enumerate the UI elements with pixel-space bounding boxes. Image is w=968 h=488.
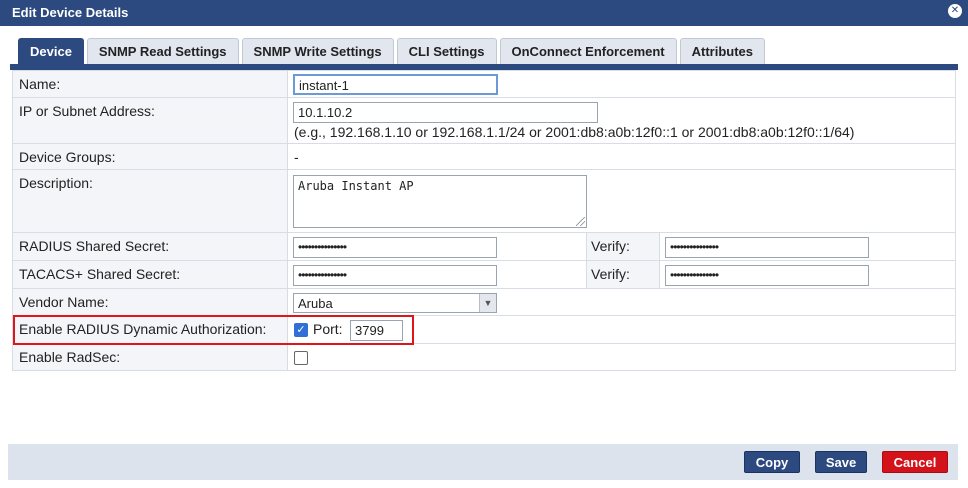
chevron-down-icon[interactable]: ▼ xyxy=(479,294,496,312)
vendor-select[interactable]: Aruba ▼ xyxy=(293,293,497,313)
dialog-title: Edit Device Details xyxy=(12,5,129,20)
tab-onconnect[interactable]: OnConnect Enforcement xyxy=(499,38,677,64)
dialog-footer: Copy Save Cancel xyxy=(8,444,958,480)
row-radius-secret: RADIUS Shared Secret: ••••••••••••••• Ve… xyxy=(12,232,956,261)
radius-dynamic-checkbox[interactable]: ✓ xyxy=(294,323,308,337)
close-icon[interactable]: ✕ xyxy=(948,4,962,18)
tab-attributes[interactable]: Attributes xyxy=(679,38,766,64)
name-input[interactable]: instant-1 xyxy=(293,74,498,95)
row-name: Name: instant-1 xyxy=(12,70,956,98)
tab-device[interactable]: Device xyxy=(18,38,84,64)
radsec-checkbox[interactable] xyxy=(294,351,308,365)
dialog-titlebar: Edit Device Details ✕ xyxy=(0,0,968,26)
description-label: Description: xyxy=(13,170,288,232)
tab-snmp-read[interactable]: SNMP Read Settings xyxy=(86,38,239,64)
description-textarea[interactable]: Aruba Instant AP xyxy=(293,175,587,228)
vendor-label: Vendor Name: xyxy=(13,289,288,315)
copy-button[interactable]: Copy xyxy=(744,451,800,473)
radius-secret-input[interactable]: ••••••••••••••• xyxy=(293,237,497,258)
description-text: Aruba Instant AP xyxy=(298,179,414,193)
groups-label: Device Groups: xyxy=(13,144,288,169)
tab-bar: Device SNMP Read Settings SNMP Write Set… xyxy=(18,38,768,64)
cancel-button[interactable]: Cancel xyxy=(882,451,948,473)
radius-secret-label: RADIUS Shared Secret: xyxy=(13,233,288,260)
groups-value: - xyxy=(294,149,299,165)
row-vendor: Vendor Name: Aruba ▼ xyxy=(12,288,956,316)
port-input[interactable]: 3799 xyxy=(350,320,403,341)
tacacs-secret-label: TACACS+ Shared Secret: xyxy=(13,261,288,288)
row-tacacs-secret: TACACS+ Shared Secret: ••••••••••••••• V… xyxy=(12,260,956,289)
radsec-label: Enable RadSec: xyxy=(13,344,288,370)
name-label: Name: xyxy=(13,71,288,97)
tacacs-secret-input[interactable]: ••••••••••••••• xyxy=(293,265,497,286)
ip-label: IP or Subnet Address: xyxy=(13,98,288,143)
radius-dynamic-label: Enable RADIUS Dynamic Authorization: xyxy=(13,316,288,343)
row-description: Description: Aruba Instant AP xyxy=(12,169,956,233)
tab-cli-settings[interactable]: CLI Settings xyxy=(396,38,497,64)
ip-input[interactable]: 10.1.10.2 xyxy=(293,102,598,123)
row-ip: IP or Subnet Address: 10.1.10.2 (e.g., 1… xyxy=(12,97,956,144)
save-button[interactable]: Save xyxy=(815,451,867,473)
port-label: Port: xyxy=(313,321,343,337)
tacacs-verify-label: Verify: xyxy=(586,261,660,288)
vendor-selected-value: Aruba xyxy=(298,296,333,311)
row-groups: Device Groups: - xyxy=(12,143,956,170)
tab-snmp-write[interactable]: SNMP Write Settings xyxy=(241,38,394,64)
radius-verify-label: Verify: xyxy=(586,233,660,260)
tacacs-verify-input[interactable]: ••••••••••••••• xyxy=(665,265,869,286)
resize-handle-icon[interactable] xyxy=(576,217,585,226)
ip-hint: (e.g., 192.168.1.10 or 192.168.1.1/24 or… xyxy=(294,124,855,140)
row-radsec: Enable RadSec: xyxy=(12,343,956,371)
radius-verify-input[interactable]: ••••••••••••••• xyxy=(665,237,869,258)
row-radius-dynamic: Enable RADIUS Dynamic Authorization: ✓ P… xyxy=(12,315,956,344)
